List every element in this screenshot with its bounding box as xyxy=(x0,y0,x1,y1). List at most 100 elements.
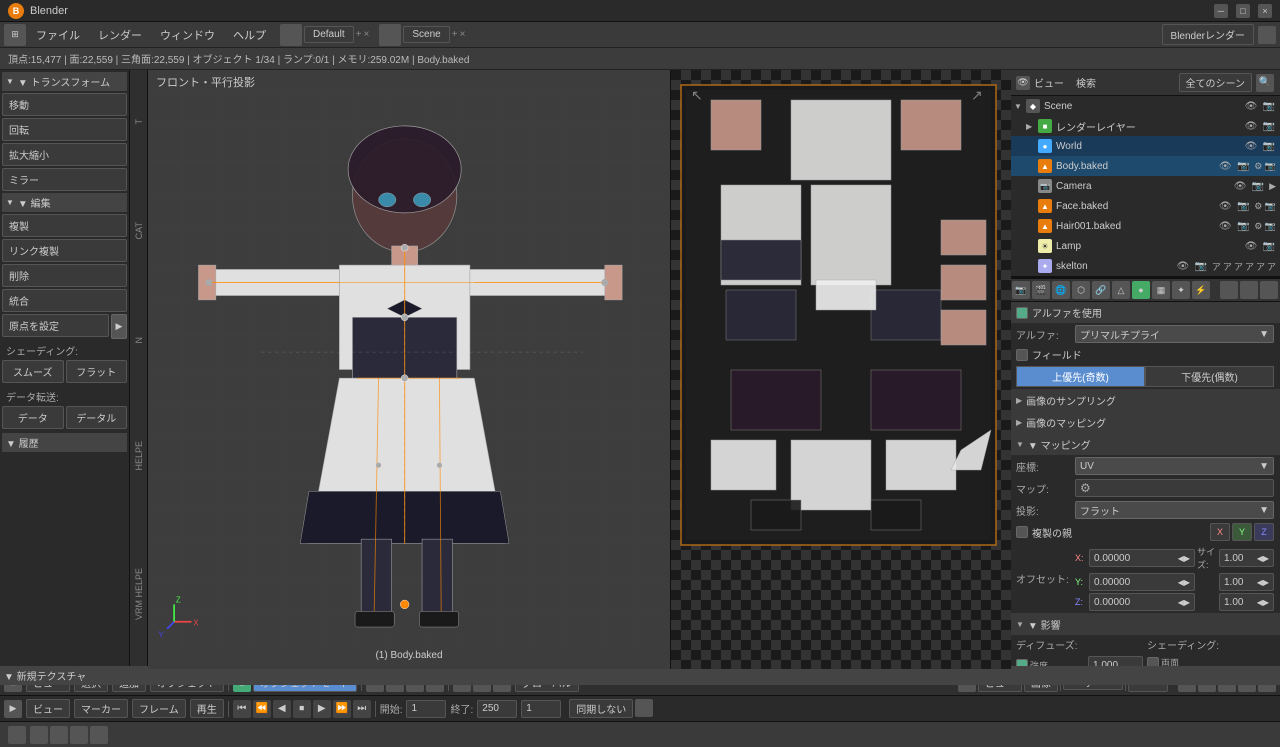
timeline-frame-btn[interactable]: フレーム xyxy=(132,699,186,718)
world-eye[interactable]: 👁 xyxy=(1244,139,1258,153)
z-axis-btn[interactable]: Z xyxy=(1254,523,1274,541)
status-tool4[interactable] xyxy=(90,726,108,744)
prop-icon-obj[interactable]: ⬡ xyxy=(1072,281,1090,299)
image-sampling-header[interactable]: ▶ 画像のサンプリング xyxy=(1010,389,1280,411)
cam-render[interactable]: 📷 xyxy=(1251,179,1265,193)
menu-window[interactable]: ウィンドウ xyxy=(152,25,223,45)
alpha-use-checkbox[interactable] xyxy=(1016,307,1028,319)
btn-move[interactable]: 移動 xyxy=(2,93,127,116)
outliner-search-label[interactable]: 検索 xyxy=(1076,75,1096,90)
image-mapping-header[interactable]: ▶ 画像のマッピング xyxy=(1010,411,1280,433)
close-button[interactable]: × xyxy=(1258,4,1272,18)
outliner-lamp[interactable]: ☀ Lamp 👁 📷 xyxy=(1010,236,1280,256)
btn-link-dup[interactable]: リンク複製 xyxy=(2,239,127,262)
coord-dropdown[interactable]: UV ▼ xyxy=(1075,457,1274,475)
tiled-checkbox[interactable] xyxy=(1016,526,1028,538)
maximize-button[interactable]: □ xyxy=(1236,4,1250,18)
offset-x-field[interactable]: 0.00000 ◀▶ xyxy=(1089,549,1195,567)
btn-delete[interactable]: 削除 xyxy=(2,264,127,287)
prop-icon-particle[interactable]: ✦ xyxy=(1172,281,1190,299)
start-frame-field[interactable]: 1 xyxy=(406,700,446,718)
timeline-marker-btn[interactable]: マーカー xyxy=(74,699,128,718)
section-new-texture[interactable]: ▼ 新規テクスチャ xyxy=(0,666,130,669)
size-y-field[interactable]: 1.00 ◀▶ xyxy=(1219,573,1274,591)
mapping-header[interactable]: ▼ ▼ マッピング xyxy=(1010,433,1280,455)
influence-header[interactable]: ▼ ▼ 影響 xyxy=(1010,613,1280,635)
prop-icon-extra1[interactable] xyxy=(1220,281,1238,299)
scene-eye[interactable]: 👁 xyxy=(1244,99,1258,113)
current-frame-field[interactable]: 1 xyxy=(521,700,561,718)
prop-icon-render[interactable]: 📷 xyxy=(1012,281,1030,299)
btn-jump-end[interactable]: ⏭ xyxy=(353,700,371,718)
outliner-face-baked[interactable]: ▲ Face.baked 👁 📷 ⚙ 📷 xyxy=(1010,196,1280,216)
uv-canvas[interactable]: ↗ ↖ xyxy=(671,70,1011,669)
btn-jump-start[interactable]: ⏮ xyxy=(233,700,251,718)
even-priority-btn[interactable]: 下優先(偶数) xyxy=(1145,366,1274,387)
audio-btn[interactable] xyxy=(635,699,653,717)
status-tool2[interactable] xyxy=(50,726,68,744)
prop-icon-data[interactable]: △ xyxy=(1112,281,1130,299)
status-tool3[interactable] xyxy=(70,726,88,744)
rl-eye[interactable]: 👁 xyxy=(1244,119,1258,133)
btn-play[interactable]: ▶ xyxy=(313,700,331,718)
outliner-hair-baked[interactable]: ▲ Hair001.baked 👁 📷 ⚙ 📷 xyxy=(1010,216,1280,236)
btn-flat[interactable]: フラット xyxy=(66,360,128,383)
prop-icon-extra3[interactable] xyxy=(1260,281,1278,299)
timeline-view-btn[interactable]: ビュー xyxy=(26,699,70,718)
body-eye[interactable]: 👁 xyxy=(1218,159,1232,173)
map-field[interactable]: ⚙ xyxy=(1075,479,1274,497)
prop-icon-world[interactable]: 🌐 xyxy=(1052,281,1070,299)
status-tool1[interactable] xyxy=(30,726,48,744)
btn-data[interactable]: データ xyxy=(2,406,64,429)
menu-render[interactable]: レンダー xyxy=(90,25,150,45)
scene-plus[interactable]: + xyxy=(452,29,458,40)
scene-render[interactable]: 📷 xyxy=(1262,99,1276,113)
search-icon[interactable]: 🔍 xyxy=(1256,74,1274,92)
btn-scale[interactable]: 拡大縮小 xyxy=(2,143,127,166)
outliner-view-label[interactable]: ビュー xyxy=(1034,75,1064,90)
lamp-eye[interactable]: 👁 xyxy=(1244,239,1258,253)
scene-dropdown[interactable]: Scene xyxy=(403,26,449,43)
mode-icon[interactable]: ⊞ xyxy=(4,24,26,46)
prop-icon-scene[interactable]: 🎬 xyxy=(1032,281,1050,299)
prop-icon-constraint[interactable]: 🔗 xyxy=(1092,281,1110,299)
btn-data2[interactable]: データル xyxy=(66,406,128,429)
hair-render[interactable]: 📷 xyxy=(1236,219,1250,233)
outliner-scene[interactable]: ▼ ◆ Scene 👁 📷 xyxy=(1010,96,1280,116)
btn-mirror[interactable]: ミラー xyxy=(2,168,127,191)
section-history[interactable]: ▼ 履歴 xyxy=(2,433,127,452)
center-3d-viewport[interactable]: フロント・平行投影 xyxy=(148,70,670,669)
face-eye[interactable]: 👁 xyxy=(1218,199,1232,213)
outliner-camera[interactable]: 📷 Camera 👁 📷 ▶ xyxy=(1010,176,1280,196)
lamp-render[interactable]: 📷 xyxy=(1262,239,1276,253)
sync-dropdown[interactable]: 同期しない xyxy=(569,699,633,718)
btn-duplicate[interactable]: 複製 xyxy=(2,214,127,237)
btn-step-fwd[interactable]: ⏩ xyxy=(333,700,351,718)
section-edit[interactable]: ▼ ▼ 編集 xyxy=(2,193,127,212)
outliner-skelton[interactable]: ✦ skelton 👁 📷 アアアアアア xyxy=(1010,256,1280,276)
proj-dropdown[interactable]: フラット ▼ xyxy=(1075,501,1274,519)
size-z-field[interactable]: 1.00 ◀▶ xyxy=(1219,593,1274,611)
btn-set-origin[interactable]: 原点を設定 xyxy=(2,314,109,337)
y-axis-btn[interactable]: Y xyxy=(1232,523,1252,541)
timeline-play-btn[interactable]: 再生 xyxy=(190,699,224,718)
rl-render[interactable]: 📷 xyxy=(1262,119,1276,133)
size-x-field[interactable]: 1.00 ◀▶ xyxy=(1219,549,1274,567)
layout-x[interactable]: × xyxy=(364,29,370,40)
skel-render[interactable]: 📷 xyxy=(1194,259,1208,273)
end-frame-field[interactable]: 250 xyxy=(477,700,517,718)
skel-eye[interactable]: 👁 xyxy=(1176,259,1190,273)
btn-step-back[interactable]: ⏪ xyxy=(253,700,271,718)
odd-priority-btn[interactable]: 上優先(奇数) xyxy=(1016,366,1145,387)
btn-stop[interactable]: ⏹ xyxy=(293,700,311,718)
btn-smooth[interactable]: スムーズ xyxy=(2,360,64,383)
prop-icon-physics[interactable]: ⚡ xyxy=(1192,281,1210,299)
btn-rotate[interactable]: 回転 xyxy=(2,118,127,141)
offset-y-field[interactable]: 0.00000 ◀▶ xyxy=(1089,573,1195,591)
world-render[interactable]: 📷 xyxy=(1262,139,1276,153)
alpha-mode-dropdown[interactable]: プリマルチプライ ▼ xyxy=(1075,325,1274,343)
set-origin-arrow[interactable]: ▶ xyxy=(111,314,127,339)
body-render[interactable]: 📷 xyxy=(1236,159,1250,173)
prop-icon-material[interactable]: ● xyxy=(1132,281,1150,299)
layout-dropdown[interactable]: Default xyxy=(304,26,354,43)
